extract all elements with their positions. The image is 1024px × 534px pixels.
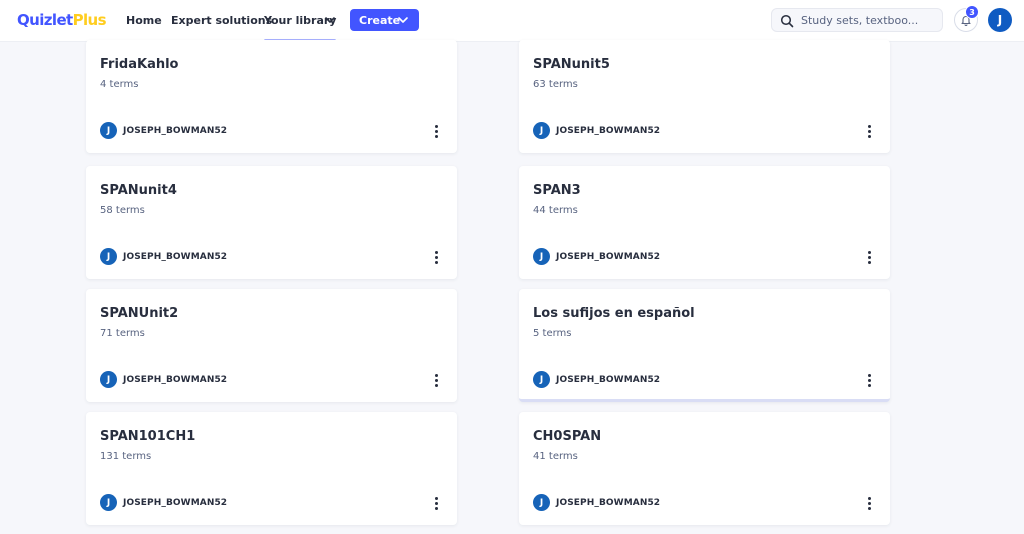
study-set-title[interactable]: FridaKahlo — [100, 57, 178, 72]
study-set-owner[interactable]: J JOSEPH_BOWMAN52 — [533, 122, 660, 139]
study-set-card[interactable]: Los sufijos en español 5 terms J JOSEPH_… — [519, 289, 890, 402]
more-options-icon[interactable] — [862, 248, 876, 266]
study-set-term-count: 71 terms — [100, 328, 145, 339]
study-set-title[interactable]: SPANUnit2 — [100, 306, 178, 321]
study-set-title[interactable]: SPAN101CH1 — [100, 429, 195, 444]
more-options-icon[interactable] — [429, 371, 443, 389]
more-options-icon[interactable] — [429, 494, 443, 512]
nav-expert-solutions-link[interactable]: Expert solutions — [171, 14, 272, 27]
owner-username: JOSEPH_BOWMAN52 — [556, 251, 661, 262]
study-set-owner[interactable]: J JOSEPH_BOWMAN52 — [533, 371, 660, 388]
owner-avatar: J — [100, 248, 117, 265]
owner-avatar: J — [100, 371, 117, 388]
study-set-owner[interactable]: J JOSEPH_BOWMAN52 — [100, 248, 227, 265]
study-set-card[interactable]: SPANunit5 63 terms J JOSEPH_BOWMAN52 — [519, 40, 890, 153]
chevron-down-icon[interactable] — [324, 14, 336, 26]
study-set-term-count: 4 terms — [100, 79, 139, 90]
more-options-icon[interactable] — [429, 122, 443, 140]
logo-quizlet-text: Quizlet — [17, 11, 73, 29]
more-options-icon[interactable] — [862, 494, 876, 512]
nav-home-link[interactable]: Home — [126, 14, 162, 27]
owner-avatar: J — [100, 494, 117, 511]
create-button-label: Create — [359, 13, 401, 27]
study-set-owner[interactable]: J JOSEPH_BOWMAN52 — [533, 494, 660, 511]
study-set-card[interactable]: CH0SPAN 41 terms J JOSEPH_BOWMAN52 — [519, 412, 890, 525]
study-set-term-count: 131 terms — [100, 451, 152, 462]
owner-username: JOSEPH_BOWMAN52 — [123, 497, 228, 508]
quizlet-plus-logo[interactable]: QuizletPlus — [17, 11, 107, 29]
owner-avatar: J — [533, 371, 550, 388]
study-set-title[interactable]: SPANunit5 — [533, 57, 610, 72]
study-set-title[interactable]: Los sufijos en español — [533, 306, 695, 321]
top-navbar: QuizletPlus Home Expert solutions Your l… — [0, 0, 1024, 42]
owner-avatar: J — [533, 122, 550, 139]
more-options-icon[interactable] — [429, 248, 443, 266]
owner-avatar: J — [533, 248, 550, 265]
study-set-card[interactable]: SPAN3 44 terms J JOSEPH_BOWMAN52 — [519, 166, 890, 279]
study-set-title[interactable]: CH0SPAN — [533, 429, 601, 444]
owner-avatar: J — [533, 494, 550, 511]
study-set-card[interactable]: SPANunit4 58 terms J JOSEPH_BOWMAN52 — [86, 166, 457, 279]
owner-username: JOSEPH_BOWMAN52 — [123, 251, 228, 262]
logo-plus-text: Plus — [72, 11, 107, 29]
search-icon — [780, 14, 794, 28]
study-set-card[interactable]: SPANUnit2 71 terms J JOSEPH_BOWMAN52 — [86, 289, 457, 402]
study-set-title[interactable]: SPANunit4 — [100, 183, 177, 198]
owner-username: JOSEPH_BOWMAN52 — [123, 374, 228, 385]
study-set-term-count: 44 terms — [533, 205, 578, 216]
study-set-term-count: 41 terms — [533, 451, 578, 462]
more-options-icon[interactable] — [862, 371, 876, 389]
search-input[interactable] — [801, 12, 939, 29]
study-set-owner[interactable]: J JOSEPH_BOWMAN52 — [100, 122, 227, 139]
owner-username: JOSEPH_BOWMAN52 — [556, 497, 661, 508]
chevron-down-icon — [398, 17, 408, 23]
study-set-card[interactable]: FridaKahlo 4 terms J JOSEPH_BOWMAN52 — [86, 40, 457, 153]
create-button[interactable]: Create — [350, 9, 419, 31]
study-set-term-count: 5 terms — [533, 328, 572, 339]
study-set-card[interactable]: SPAN101CH1 131 terms J JOSEPH_BOWMAN52 — [86, 412, 457, 525]
study-set-title[interactable]: SPAN3 — [533, 183, 581, 198]
notification-count-badge: 3 — [965, 5, 979, 19]
owner-username: JOSEPH_BOWMAN52 — [556, 125, 661, 136]
owner-username: JOSEPH_BOWMAN52 — [556, 374, 661, 385]
search-box[interactable] — [771, 8, 943, 32]
study-set-term-count: 58 terms — [100, 205, 145, 216]
study-set-owner[interactable]: J JOSEPH_BOWMAN52 — [100, 494, 227, 511]
owner-avatar: J — [100, 122, 117, 139]
owner-username: JOSEPH_BOWMAN52 — [123, 125, 228, 136]
study-set-owner[interactable]: J JOSEPH_BOWMAN52 — [533, 248, 660, 265]
user-avatar[interactable]: J — [988, 8, 1012, 32]
more-options-icon[interactable] — [862, 122, 876, 140]
study-set-owner[interactable]: J JOSEPH_BOWMAN52 — [100, 371, 227, 388]
study-set-term-count: 63 terms — [533, 79, 578, 90]
